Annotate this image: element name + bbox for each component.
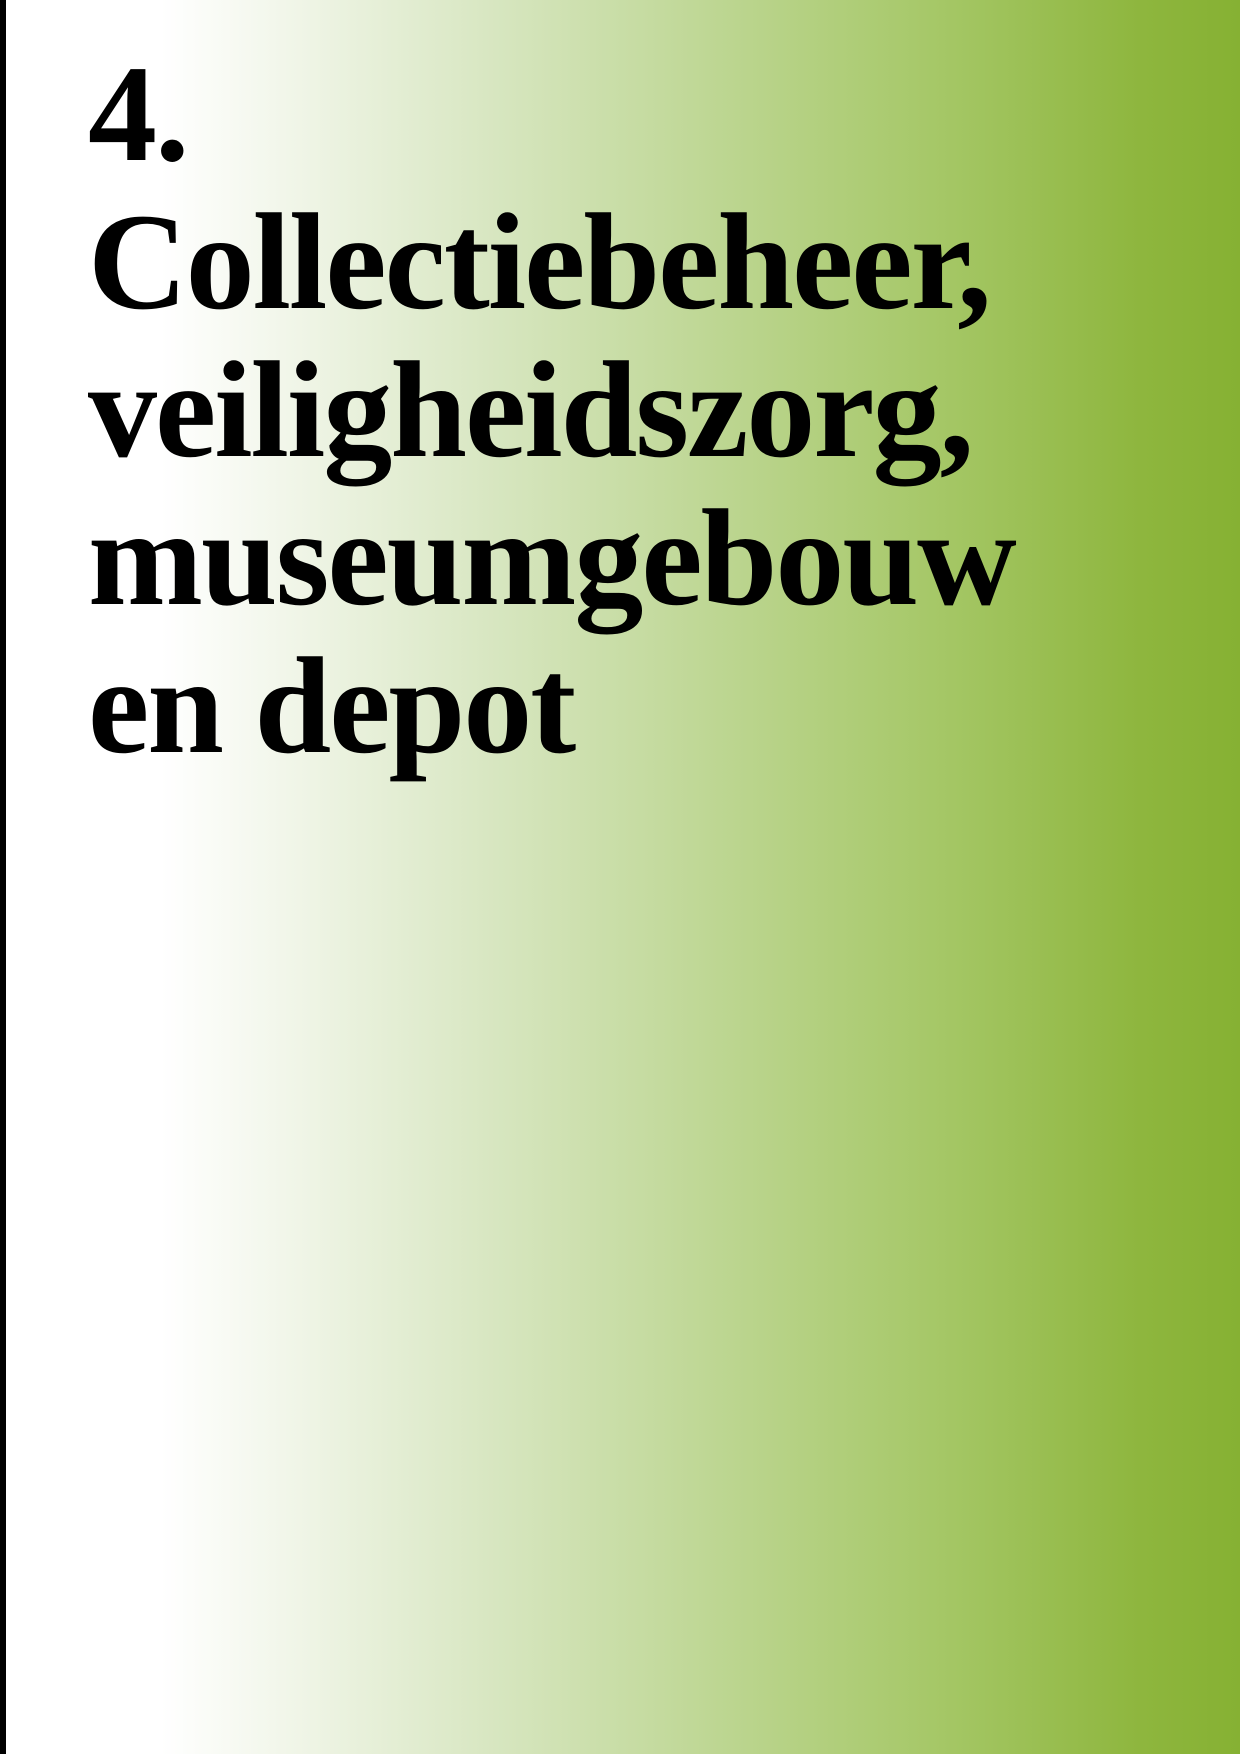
- chapter-title-line-1: Collectiebeheer,: [88, 185, 992, 338]
- chapter-cover-page: 4. Collectiebeheer, veiligheidszorg, mus…: [0, 0, 1240, 1754]
- chapter-title-line-3: museumgebouw: [88, 481, 1017, 634]
- chapter-title-line-4: en depot: [88, 629, 576, 782]
- chapter-number: 4.: [88, 37, 190, 190]
- chapter-title-line-2: veiligheidszorg,: [88, 333, 974, 486]
- left-edge-rule: [0, 0, 6, 1754]
- chapter-heading: 4. Collectiebeheer, veiligheidszorg, mus…: [88, 40, 1198, 780]
